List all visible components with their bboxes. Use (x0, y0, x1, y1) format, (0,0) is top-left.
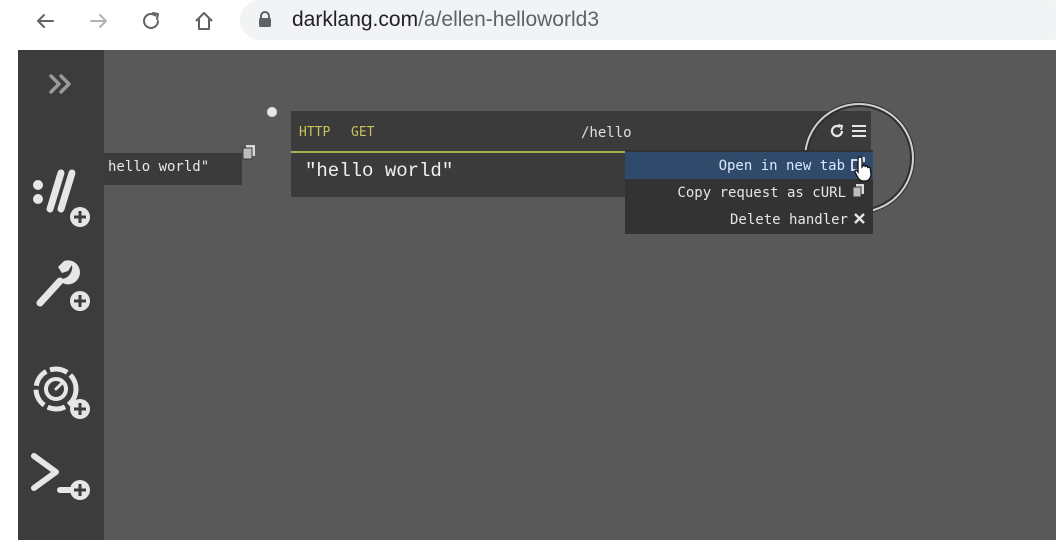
sidebar-toggle[interactable] (18, 64, 104, 104)
menu-item-delete-handler[interactable]: Delete handler (625, 206, 873, 233)
copy-icon[interactable] (242, 144, 256, 165)
cron-icon (28, 357, 94, 423)
menu-item-label: Delete handler (729, 211, 848, 228)
prompt-icon (28, 448, 94, 504)
handler-menu: Open in new tab Copy request as cURL Del… (625, 150, 873, 234)
home-icon (193, 10, 215, 32)
menu-item-label: Open in new tab (718, 157, 845, 174)
lock-icon (258, 11, 272, 33)
url-text: darklang.com/a/ellen-helloworld3 (292, 7, 599, 33)
canvas-fragment[interactable]: hello world" (104, 153, 242, 185)
sidebar-item-repl[interactable] (18, 446, 104, 506)
fragment-text: hello world" (108, 159, 210, 175)
forward-button[interactable] (82, 4, 116, 38)
double-chevron-icon (46, 73, 76, 95)
menu-item-open-new-tab[interactable]: Open in new tab (625, 152, 873, 179)
handler-header: HTTP GET /hello (291, 111, 871, 153)
sidebar-item-functions[interactable] (18, 246, 104, 318)
forward-icon (88, 10, 110, 32)
close-icon (854, 212, 865, 228)
url-host: darklang.com (292, 8, 419, 31)
address-bar[interactable]: darklang.com/a/ellen-helloworld3 (240, 0, 1056, 40)
hand-cursor-icon (853, 155, 875, 188)
handler-body[interactable]: "hello world" (305, 160, 453, 182)
handler-drag-dot[interactable] (267, 107, 277, 117)
http-icon (28, 165, 94, 231)
handler-space: HTTP (299, 125, 331, 140)
menu-item-label: Copy request as cURL (677, 184, 846, 201)
handler-path[interactable]: /hello (581, 125, 632, 141)
sidebar (18, 50, 104, 540)
dark-app: hello world" HTTP GET /hello "hello worl… (18, 50, 1056, 540)
browser-toolbar: darklang.com/a/ellen-helloworld3 (0, 0, 1056, 44)
sidebar-item-cron[interactable] (18, 350, 104, 430)
reload-button[interactable] (134, 4, 168, 38)
sidebar-item-http[interactable] (18, 162, 104, 234)
wrench-icon (28, 249, 94, 315)
back-button[interactable] (28, 4, 62, 38)
url-path: /a/ellen-helloworld3 (418, 8, 600, 31)
reload-icon (140, 10, 162, 32)
handler-method[interactable]: GET (351, 125, 374, 140)
home-button[interactable] (187, 4, 221, 38)
back-icon (34, 10, 56, 32)
menu-item-copy-curl[interactable]: Copy request as cURL (625, 179, 873, 206)
